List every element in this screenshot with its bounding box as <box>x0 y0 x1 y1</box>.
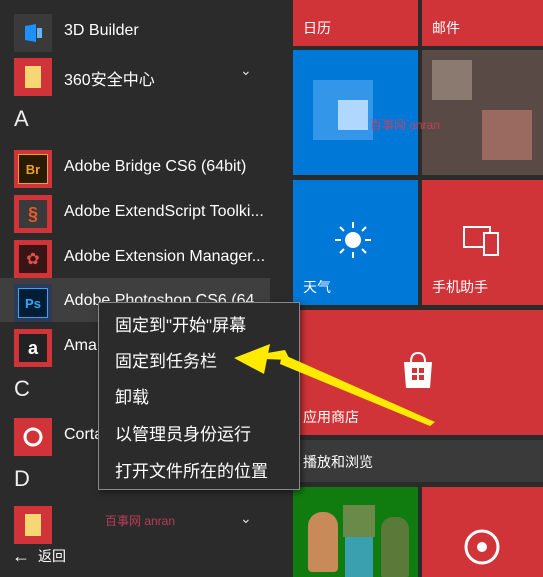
bridge-icon-text: Br <box>18 154 48 184</box>
pixelated-image <box>482 110 532 160</box>
tile-edge[interactable]: 播放和浏览 <box>293 440 543 482</box>
extendscript-icon: § <box>14 195 52 233</box>
amazon-icon-text: a <box>19 334 47 362</box>
back-label: 返回 <box>38 548 66 564</box>
watermark: 百事网 anran <box>105 514 176 528</box>
menu-item-uninstall[interactable]: 卸载 <box>115 383 149 408</box>
app-label: 360安全中心 <box>64 72 155 89</box>
menu-item-pin-to-start[interactable]: 固定到"开始"屏幕 <box>115 311 246 336</box>
app-adobe-extendscript[interactable]: § Adobe ExtendScript Toolki... <box>0 189 270 233</box>
pixelated-image <box>338 100 368 130</box>
3d-builder-icon <box>14 14 52 52</box>
avatar <box>308 512 338 572</box>
back-arrow-icon: ← <box>12 545 30 566</box>
amazon-icon: a <box>14 329 52 367</box>
tile-xbox[interactable] <box>293 487 418 577</box>
photoshop-icon-text: Ps <box>18 288 48 318</box>
tile-mail[interactable]: 邮件 <box>422 0 543 46</box>
tile-label: 天气 <box>303 279 331 295</box>
watermark: 百事网 anran <box>370 118 441 132</box>
tile-label: 日历 <box>303 20 331 36</box>
adobe-bridge-icon: Br <box>14 150 52 188</box>
app-label: Adobe Extension Manager... <box>64 248 266 265</box>
letter-header-a[interactable]: A <box>14 106 29 132</box>
cortana-icon <box>14 418 52 456</box>
folder-icon <box>14 506 52 544</box>
groove-music-icon <box>464 529 500 565</box>
app-label: Adobe Bridge CS6 (64bit) <box>64 158 247 175</box>
tile-label: 播放和浏览 <box>303 454 373 470</box>
app-360-safe[interactable]: 360安全中心 ⌄ <box>0 52 270 96</box>
sun-icon <box>335 222 371 258</box>
tile-label: 邮件 <box>432 20 460 36</box>
annotation-arrow <box>234 344 435 426</box>
tile-groove[interactable] <box>422 487 543 577</box>
menu-item-pin-to-taskbar[interactable]: 固定到任务栏 <box>115 347 217 372</box>
app-adobe-extension-manager[interactable]: ✿ Adobe Extension Manager... <box>0 234 270 278</box>
folder-icon <box>14 58 52 96</box>
letter-header-c[interactable]: C <box>14 376 30 402</box>
letter-header-d[interactable]: D <box>14 466 30 492</box>
app-label: Adobe ExtendScript Toolki... <box>64 203 264 220</box>
tile-calendar[interactable]: 日历 <box>293 0 418 46</box>
tile-news[interactable] <box>422 50 543 175</box>
app-label: Ama <box>64 337 97 354</box>
app-adobe-bridge[interactable]: Br Adobe Bridge CS6 (64bit) <box>0 144 270 188</box>
menu-item-open-file-location[interactable]: 打开文件所在的位置 <box>115 457 268 482</box>
app-3d-builder[interactable]: 3D Builder <box>0 8 270 52</box>
app-label: 3D Builder <box>64 22 139 39</box>
tile-phone-companion[interactable]: 手机助手 <box>422 180 543 305</box>
extension-manager-icon: ✿ <box>14 240 52 278</box>
avatar <box>381 517 409 577</box>
photoshop-icon: Ps <box>14 284 52 322</box>
pixelated-image <box>432 60 472 100</box>
tile-label: 手机助手 <box>432 279 488 295</box>
tile-weather[interactable]: 天气 <box>293 180 418 305</box>
chevron-down-icon[interactable]: ⌄ <box>240 62 252 79</box>
chevron-down-icon[interactable]: ⌄ <box>240 510 252 527</box>
phone-laptop-icon <box>463 226 499 256</box>
app-list: 3D Builder 360安全中心 ⌄ A Br Adobe Bridge C… <box>0 0 290 577</box>
avatar <box>345 537 373 577</box>
avatar <box>343 505 375 537</box>
back-button[interactable]: ← 返回 <box>12 544 66 568</box>
tile-photos[interactable] <box>293 50 418 175</box>
